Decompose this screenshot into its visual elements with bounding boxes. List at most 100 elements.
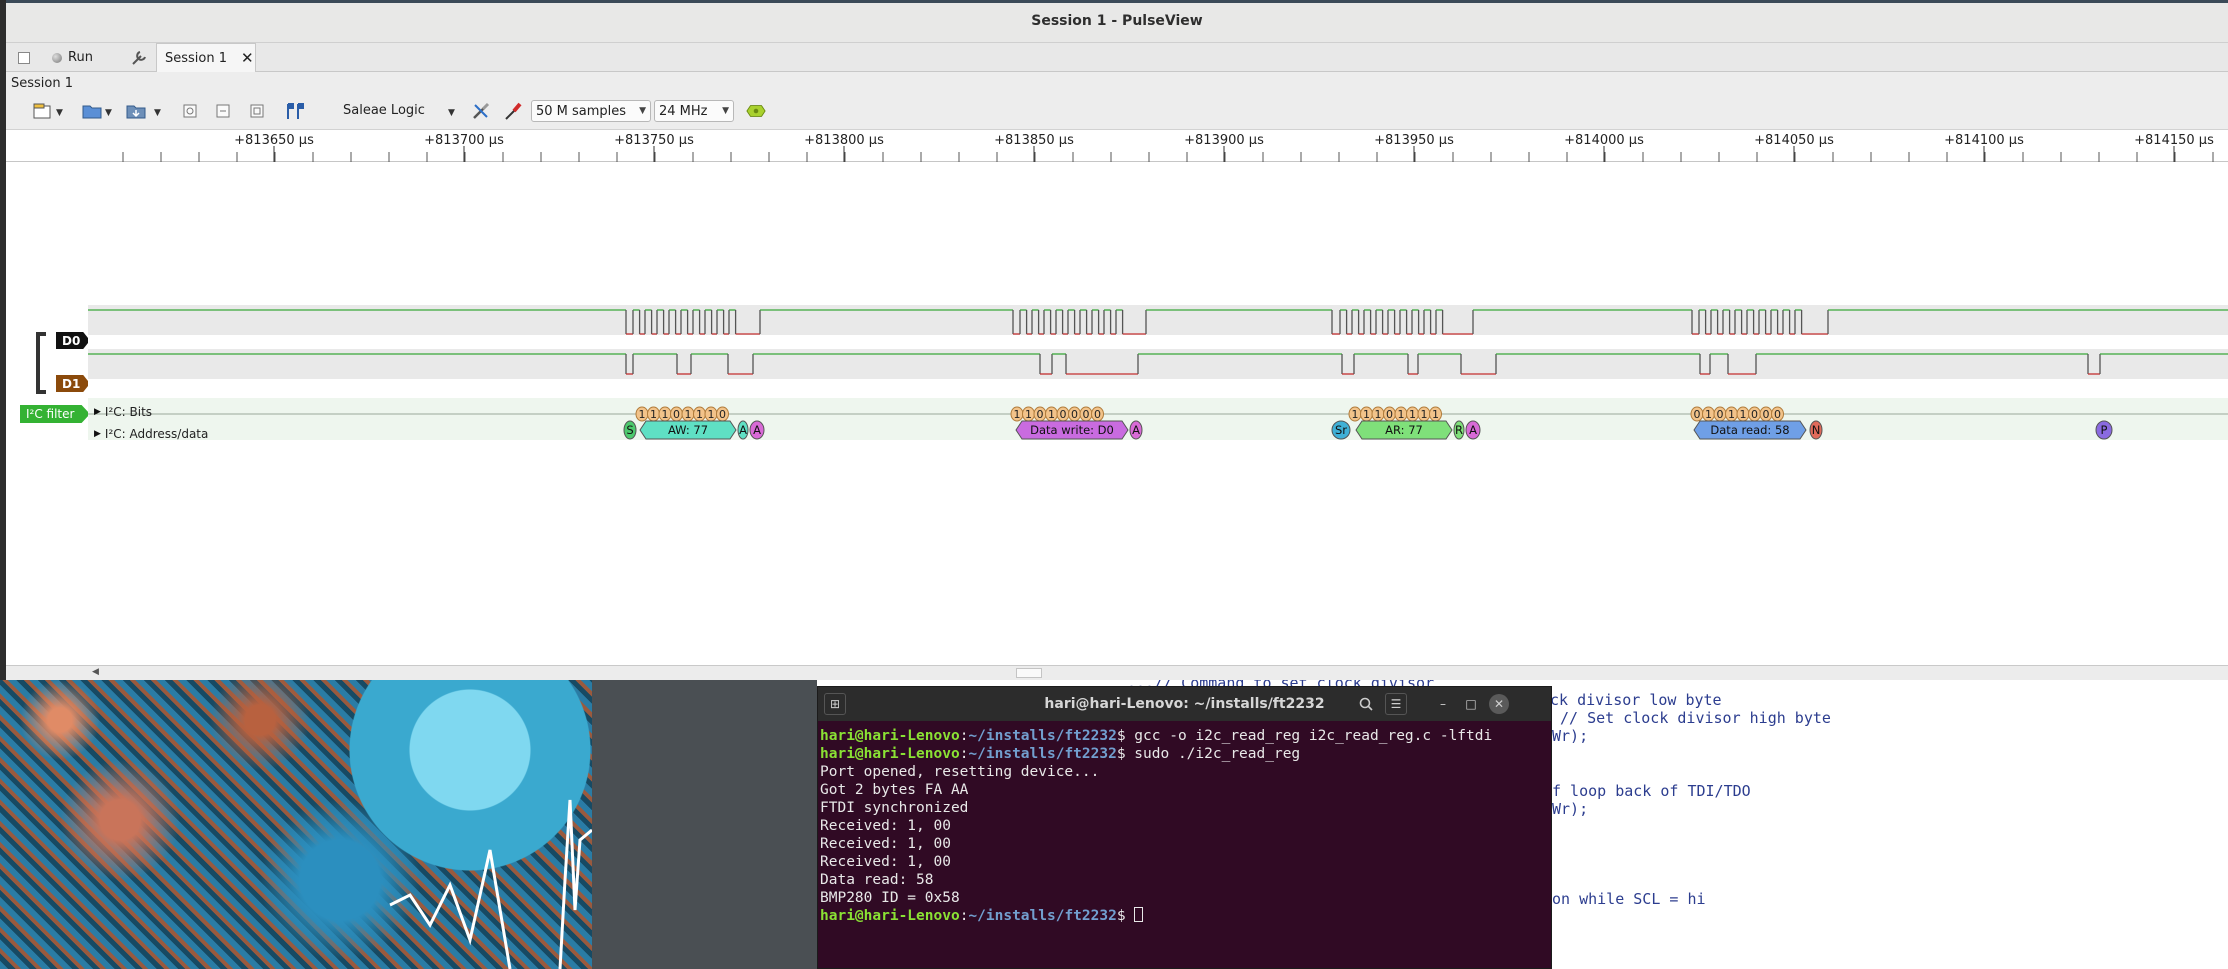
terminal-window[interactable]: ⊞ hari@hari-Lenovo: ~/installs/ft2232 ☰ … <box>817 686 1552 969</box>
trace-view[interactable]: 1 1 1 0 1 1 1 0 1 1 0 1 0 0 0 0 1 1 1 0 1 1 1 1 0 1 0 1 1 0 0 0 S AW: 77 A… <box>88 162 2228 665</box>
heartbeat-graphic <box>389 799 592 969</box>
prompt-path: ~/installs/ft2232 <box>968 746 1117 762</box>
close-icon[interactable]: ✕ <box>241 49 254 67</box>
sample-count-select[interactable]: 50 M samples ▼ <box>531 100 651 122</box>
waveform-canvas: 1 1 1 0 1 1 1 0 1 1 0 1 0 0 0 0 1 1 1 0 1 1 1 1 0 1 0 1 1 0 0 0S AW: 77 A… <box>88 305 2228 440</box>
cursor-button[interactable] <box>285 101 305 121</box>
bit-value: 1 <box>696 408 703 421</box>
run-icon <box>52 52 62 63</box>
folder-icon <box>82 105 102 119</box>
zoom-in-button[interactable] <box>180 101 200 121</box>
decoder-row-bits[interactable]: ▶ I²C: Bits <box>94 405 152 419</box>
expand-triangle-icon[interactable]: ▶ <box>94 429 101 439</box>
scrollbar-thumb[interactable] <box>1016 668 1042 678</box>
decoder-row-address-data[interactable]: ▶ I²C: Address/data <box>94 427 208 441</box>
tab-session-1[interactable]: Session 1 ✕ <box>156 43 256 72</box>
i2c-filter-label[interactable]: I²C filter <box>20 405 90 423</box>
terminal-output[interactable]: hari@hari-Lenovo:~/installs/ft2232$ gcc … <box>820 727 1551 925</box>
expand-triangle-icon[interactable]: ▶ <box>94 407 101 417</box>
tab-session-label: Session 1 <box>165 50 228 66</box>
bit-value: 0 <box>1060 408 1067 421</box>
bit-value: 1 <box>708 408 715 421</box>
prompt-user: hari@hari-Lenovo <box>820 746 960 762</box>
bit-value: 0 <box>1751 408 1758 421</box>
bit-value: 1 <box>1398 408 1405 421</box>
maximize-icon[interactable]: □ <box>1460 693 1482 715</box>
row-title: I²C: Bits <box>104 405 153 419</box>
tab-bar: Run Session 1 ✕ <box>6 43 2228 72</box>
horizontal-scrollbar[interactable]: ◀ <box>6 665 2228 680</box>
save-button[interactable] <box>126 101 146 121</box>
bit-value: 1 <box>1375 408 1382 421</box>
row-title: I²C: Address/data <box>104 427 209 441</box>
bit-value: 0 <box>719 408 726 421</box>
new-view-button[interactable] <box>12 46 36 69</box>
bit-value: 0 <box>1071 408 1078 421</box>
annotation-label: P <box>2101 423 2108 437</box>
channel-label-d1[interactable]: D1 <box>56 375 90 392</box>
text-cursor <box>1134 907 1144 922</box>
zoom-fit-button[interactable] <box>247 101 267 121</box>
editor-line: on while SCL = hi <box>1552 890 1706 908</box>
bit-value: 1 <box>1363 408 1370 421</box>
prompt-path: ~/installs/ft2232 <box>968 728 1117 744</box>
bit-value: 1 <box>1409 408 1416 421</box>
address-lane <box>88 420 2228 440</box>
ruler-tick-label: +813900 µs <box>1184 133 1264 148</box>
run-button[interactable]: Run <box>46 46 99 69</box>
chevron-down-icon: ▼ <box>639 106 646 116</box>
window-title: Session 1 - PulseView <box>1031 13 1203 29</box>
terminal-line: Got 2 bytes FA AA <box>820 782 969 798</box>
bit-value: 1 <box>685 408 692 421</box>
prompt-path: ~/installs/ft2232 <box>968 908 1117 924</box>
bit-value: 1 <box>1025 408 1032 421</box>
settings-tool-button[interactable] <box>124 46 154 69</box>
device-config-button[interactable] <box>471 101 491 121</box>
zoom-out-icon <box>216 104 230 118</box>
open-file-button[interactable] <box>32 101 52 121</box>
annotation-label: AW: 77 <box>668 423 708 437</box>
terminal-titlebar[interactable]: ⊞ hari@hari-Lenovo: ~/installs/ft2232 ☰ … <box>818 687 1551 721</box>
zoom-out-button[interactable] <box>213 101 233 121</box>
search-icon[interactable] <box>1355 693 1377 715</box>
wrench-icon <box>132 50 146 65</box>
bit-value: 1 <box>1421 408 1428 421</box>
tools-icon <box>473 102 490 119</box>
close-icon[interactable]: ✕ <box>1489 694 1509 714</box>
background-window-panel <box>592 680 817 969</box>
window-titlebar[interactable]: Session 1 - PulseView <box>6 0 2228 43</box>
open-button[interactable] <box>82 101 102 121</box>
bit-value: 1 <box>639 408 646 421</box>
terminal-line: hari@hari-Lenovo:~/installs/ft2232$ gcc … <box>820 728 1493 744</box>
minimize-icon[interactable]: – <box>1432 693 1454 715</box>
bit-value: 0 <box>1717 408 1724 421</box>
prompt-user: hari@hari-Lenovo <box>820 908 960 924</box>
run-label: Run <box>68 50 93 65</box>
device-selector[interactable]: Saleae Logic <box>343 103 425 118</box>
zoom-fit-icon <box>250 104 264 118</box>
command-text: gcc -o i2c_read_reg i2c_read_reg.c -lftd… <box>1134 728 1493 744</box>
zoom-icon <box>183 104 197 118</box>
chevron-down-icon[interactable]: ▼ <box>56 108 63 118</box>
probe-icon <box>505 102 522 120</box>
annotation-label: Sr <box>1335 423 1347 437</box>
add-decoder-button[interactable] <box>746 101 766 121</box>
channel-label-d0[interactable]: D0 <box>56 332 90 349</box>
bit-value: 1 <box>1048 408 1055 421</box>
bit-value: 1 <box>650 408 657 421</box>
samplerate-select[interactable]: 24 MHz ▼ <box>654 100 734 122</box>
chevron-down-icon[interactable]: ▼ <box>154 108 161 118</box>
time-ruler[interactable]: +813650 µs +813700 µs +813750 µs +813800 µs… <box>6 130 2228 162</box>
hamburger-menu-icon[interactable]: ☰ <box>1385 693 1407 715</box>
decoder-icon <box>746 105 766 117</box>
annotation-label: A <box>1469 423 1477 437</box>
scroll-left-icon[interactable]: ◀ <box>92 667 99 677</box>
cursor-markers-icon <box>287 103 304 119</box>
terminal-line: Port opened, resetting device... <box>820 764 1100 780</box>
probe-config-button[interactable] <box>503 101 523 121</box>
editor-line: Wr); <box>1552 800 1589 818</box>
annotation-label: A <box>753 423 761 437</box>
chevron-down-icon[interactable]: ▼ <box>448 108 455 118</box>
session-title: Session 1 <box>11 76 74 91</box>
chevron-down-icon[interactable]: ▼ <box>105 108 112 118</box>
